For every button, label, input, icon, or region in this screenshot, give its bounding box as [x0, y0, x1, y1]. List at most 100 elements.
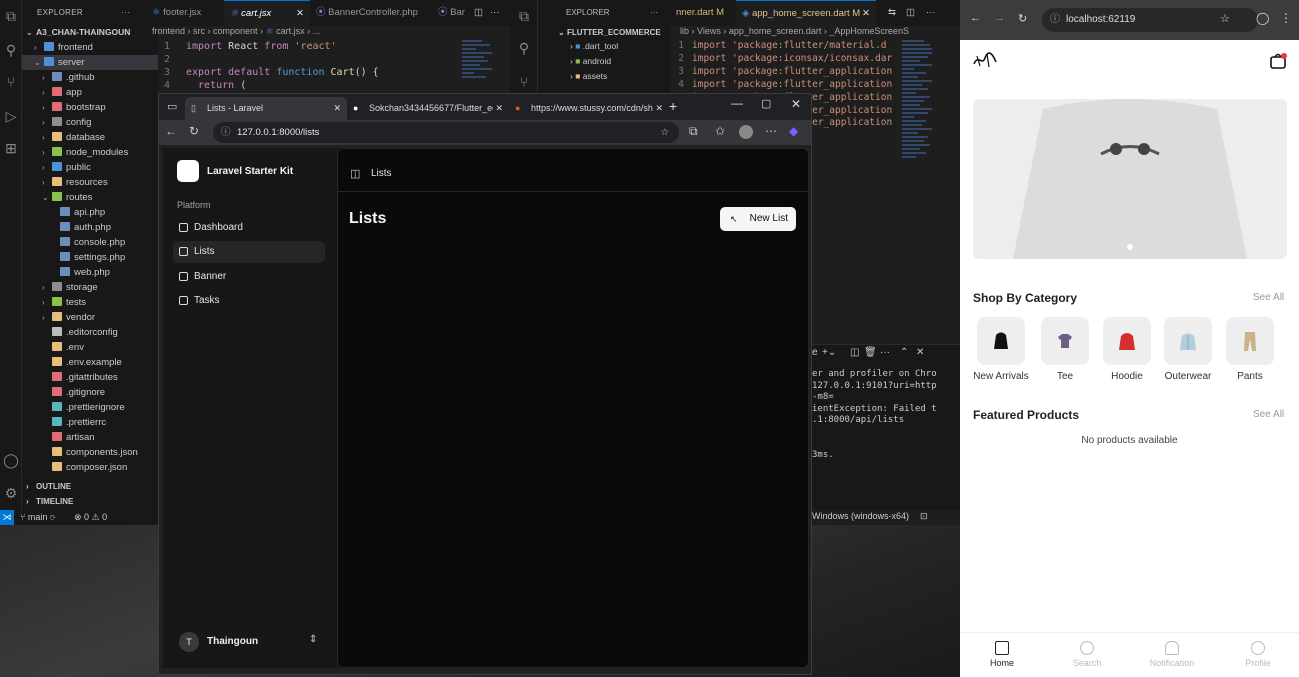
back-icon[interactable]: ← [165, 124, 177, 138]
sidebar-item-lists[interactable]: Lists [173, 241, 325, 263]
close-panel-icon[interactable]: ✕ [916, 347, 924, 358]
tree-item[interactable]: .gitattributes [22, 370, 158, 385]
tree-item[interactable]: › config [22, 115, 158, 130]
tree-item[interactable]: › resources [22, 175, 158, 190]
browser-tab-stussy[interactable]: ● https://www.stussy.com/cdn/sh ✕ [509, 97, 667, 120]
tree-item[interactable]: ⌄ routes [22, 190, 158, 205]
root-folder[interactable]: ⌄ FLUTTER_ECOMMERCE [538, 26, 670, 39]
settings-gear-icon[interactable]: ⚙ [3, 485, 19, 501]
nav-home[interactable]: Home [972, 641, 1032, 668]
more-actions-icon[interactable]: ··· [121, 0, 130, 26]
files-icon[interactable]: ⧉ [516, 8, 532, 24]
crumb[interactable]: src [193, 26, 205, 36]
chevron-icon[interactable]: e [812, 347, 818, 358]
hero-banner[interactable]: ~ [973, 99, 1287, 259]
tree-item[interactable]: › vendor [22, 310, 158, 325]
extensions-icon[interactable]: ⊞ [3, 140, 19, 156]
tree-item[interactable]: › .github [22, 70, 158, 85]
category-pants[interactable]: Pants [1220, 317, 1280, 382]
reload-icon[interactable]: ↻ [189, 124, 199, 138]
maximize-icon[interactable]: ▢ [761, 97, 771, 110]
close-icon[interactable]: ✕ [333, 97, 341, 119]
tree-item[interactable]: api.php [22, 205, 158, 220]
tree-item[interactable]: console.php [22, 235, 158, 250]
nav-search[interactable]: Search [1057, 641, 1117, 668]
close-icon[interactable]: ✕ [493, 97, 505, 119]
code-editor[interactable]: 1 import React from 'react' 2 3 export defau… [150, 40, 470, 92]
more-icon[interactable]: ··· [484, 0, 500, 26]
category-outerwear[interactable]: Outerwear [1158, 317, 1218, 382]
copilot-icon[interactable]: ◆ [789, 124, 798, 138]
window-close-icon[interactable]: ✕ [791, 97, 801, 111]
notification-icon[interactable]: ⊡ [920, 511, 928, 522]
source-control-icon[interactable]: ⑂ [516, 74, 532, 90]
tree-item[interactable]: › bootstrap [22, 100, 158, 115]
tree-item[interactable]: composer.json [22, 460, 158, 475]
browser-tab-lists[interactable]: ▯ Lists - Laravel ✕ [185, 97, 347, 120]
tab-app-home-screen[interactable]: ◈ app_home_screen.dart M ✕ [736, 0, 876, 26]
run-debug-icon[interactable]: ▷ [3, 108, 19, 124]
crumb[interactable]: component [213, 26, 258, 36]
remote-icon[interactable]: ⋊ [0, 510, 14, 525]
split-terminal-icon[interactable]: ◫ [850, 347, 859, 358]
search-icon[interactable]: ⚲ [516, 40, 532, 56]
favorites-icon[interactable]: ✩ [715, 124, 725, 138]
split-editor-icon[interactable]: ◫ [468, 0, 483, 26]
bookmark-star-icon[interactable]: ☆ [660, 122, 669, 143]
tree-item[interactable]: › app [22, 85, 158, 100]
new-tab-icon[interactable]: + [669, 98, 677, 114]
minimap[interactable] [462, 40, 498, 100]
tree-item[interactable]: ⌄ server [22, 55, 158, 70]
maximize-panel-icon[interactable]: ⌃ [900, 347, 908, 358]
breadcrumb[interactable]: Lists [371, 168, 392, 179]
user-menu[interactable]: T Thaingoun ⇕ [173, 628, 325, 656]
files-icon[interactable]: ⧉ [3, 8, 19, 24]
tree-item[interactable]: .prettierrc [22, 415, 158, 430]
tab-cart[interactable]: ⚛ cart.jsx ✕ [224, 0, 310, 26]
tree-item[interactable]: .env [22, 340, 158, 355]
search-icon[interactable]: ⚲ [3, 42, 19, 58]
tree-item[interactable]: › storage [22, 280, 158, 295]
tree-item[interactable]: › database [22, 130, 158, 145]
crumb[interactable]: cart.jsx [276, 26, 305, 36]
close-icon[interactable]: ✕ [296, 1, 304, 27]
see-all-link[interactable]: See All [1253, 292, 1284, 303]
tree-item[interactable]: › public [22, 160, 158, 175]
tab-banner-dart[interactable]: nner.dart M [670, 0, 736, 26]
site-info-icon[interactable]: ⓘ [221, 122, 231, 143]
crumb[interactable]: frontend [152, 26, 185, 36]
root-folder[interactable]: ⌄ A3_CHAN-THAINGOUN [22, 25, 158, 40]
tree-item[interactable]: components.json [22, 445, 158, 460]
tab-bar[interactable]: ⦿ Bar [432, 0, 470, 26]
sidebar-item-tasks[interactable]: Tasks [173, 290, 325, 312]
category-tee[interactable]: Tee [1035, 317, 1095, 382]
extensions-icon[interactable]: ⧉ [689, 124, 698, 139]
problems-status[interactable]: ⊗ 0 ⚠ 0 [74, 510, 107, 525]
tab-footer[interactable]: ⚛ footer.jsx [146, 0, 224, 26]
shopping-bag-icon[interactable] [1268, 52, 1288, 70]
back-icon[interactable]: ← [970, 12, 981, 24]
terminal-output[interactable]: er and profiler on Chro 127.0.0.1:9101?ur… [812, 369, 960, 461]
tree-item[interactable]: artisan [22, 430, 158, 445]
tree-item[interactable]: auth.php [22, 220, 158, 235]
forward-icon[interactable]: → [994, 12, 1005, 24]
bookmark-star-icon[interactable]: ☆ [1220, 12, 1230, 25]
crumb[interactable]: ... [313, 26, 321, 36]
tree-item[interactable]: .prettierignore [22, 400, 158, 415]
tree-item[interactable]: › ■ android [538, 54, 670, 69]
tree-item[interactable]: web.php [22, 265, 158, 280]
branch-status[interactable]: ⑂ main ⟳ [20, 510, 55, 525]
minimize-icon[interactable]: — [731, 96, 743, 110]
tab-menu-icon[interactable]: ▭ [167, 100, 177, 113]
profile-avatar-icon[interactable] [739, 125, 753, 139]
platform-status[interactable]: Windows (windows-x64) [812, 511, 909, 521]
tree-item[interactable]: › ■ assets [538, 69, 670, 84]
see-all-link[interactable]: See All [1253, 409, 1284, 420]
more-icon[interactable]: ··· [880, 347, 890, 358]
tree-item[interactable]: › tests [22, 295, 158, 310]
menu-icon[interactable]: ⋮ [1280, 11, 1292, 25]
tree-item[interactable]: › node_modules [22, 145, 158, 160]
more-actions-icon[interactable]: ··· [650, 0, 658, 26]
close-icon[interactable]: ✕ [862, 1, 870, 27]
menu-icon[interactable]: ⋯ [765, 124, 777, 138]
